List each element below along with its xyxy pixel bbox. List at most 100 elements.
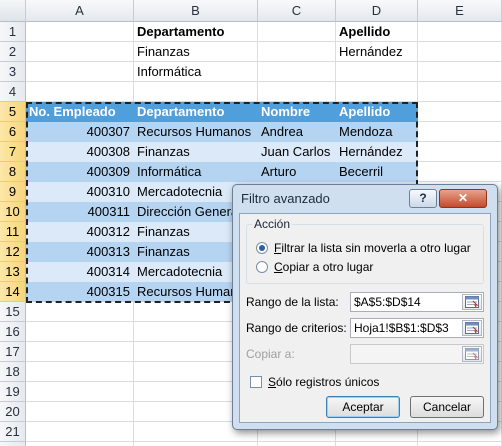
table-cell[interactable]: 400312 — [26, 222, 134, 242]
cell-e1[interactable] — [418, 22, 502, 42]
column-header-a[interactable]: A — [26, 0, 134, 22]
dialog-titlebar[interactable]: Filtro avanzado ? ✕ — [233, 185, 497, 213]
table-cell[interactable]: Hernández — [336, 142, 418, 162]
criteria-range-collapse-button[interactable] — [462, 320, 482, 336]
row-header-17[interactable]: 17 — [0, 342, 26, 362]
empty-cell[interactable] — [336, 442, 418, 446]
cell-b2[interactable]: Finanzas — [134, 42, 258, 62]
cell-d2[interactable]: Hernández — [336, 42, 418, 62]
table-cell[interactable]: 400313 — [26, 242, 134, 262]
table-cell[interactable]: 400315 — [26, 282, 134, 302]
column-header-d[interactable]: D — [336, 0, 418, 22]
cell-d4[interactable] — [336, 82, 418, 102]
table-cell[interactable]: Andrea — [258, 122, 336, 142]
row-header-10[interactable]: 10 — [0, 202, 26, 222]
table-cell[interactable]: 400307 — [26, 122, 134, 142]
list-range-input[interactable] — [351, 293, 461, 311]
row-header-19[interactable]: 19 — [0, 382, 26, 402]
row-header-21[interactable]: 21 — [0, 422, 26, 442]
row-header-20[interactable]: 20 — [0, 402, 26, 422]
table-cell[interactable]: 400308 — [26, 142, 134, 162]
list-range-collapse-button[interactable] — [462, 294, 482, 310]
empty-cell[interactable] — [26, 302, 134, 322]
row-header-15[interactable]: 15 — [0, 302, 26, 322]
cell-e2[interactable] — [418, 42, 502, 62]
ok-button[interactable]: Aceptar — [326, 396, 400, 418]
copy-to-collapse-button[interactable] — [462, 346, 482, 362]
table-cell[interactable]: Juan Carlos — [258, 142, 336, 162]
radio-copy-to-location[interactable]: Copiar a otro lugar — [256, 259, 373, 275]
table-header-cell[interactable]: No. Empleado — [26, 102, 134, 122]
cell-d1[interactable]: Apellido — [336, 22, 418, 42]
table-cell[interactable]: 400311 — [26, 202, 134, 222]
cell-e[interactable] — [418, 122, 502, 142]
cell-d3[interactable] — [336, 62, 418, 82]
cell-a1[interactable] — [26, 22, 134, 42]
empty-cell[interactable] — [258, 442, 336, 446]
column-header-c[interactable]: C — [258, 0, 336, 22]
cell-e4[interactable] — [418, 82, 502, 102]
cell-a4[interactable] — [26, 82, 134, 102]
row-header-7[interactable]: 7 — [0, 142, 26, 162]
table-header-cell[interactable]: Departamento — [134, 102, 258, 122]
cell-e5[interactable] — [418, 102, 502, 122]
empty-cell[interactable] — [26, 442, 134, 446]
row-header-1[interactable]: 1 — [0, 22, 26, 42]
row-header-13[interactable]: 13 — [0, 262, 26, 282]
cell-c2[interactable] — [258, 42, 336, 62]
row-header-4[interactable]: 4 — [0, 82, 26, 102]
unique-records-checkbox[interactable]: Sólo registros únicos — [250, 374, 379, 390]
table-cell[interactable]: 400314 — [26, 262, 134, 282]
help-button[interactable]: ? — [409, 189, 437, 208]
row-header-16[interactable]: 16 — [0, 322, 26, 342]
table-header-cell[interactable]: Nombre — [258, 102, 336, 122]
table-cell[interactable]: 400309 — [26, 162, 134, 182]
table-header-cell[interactable]: Apellido — [336, 102, 418, 122]
cell-c3[interactable] — [258, 62, 336, 82]
cell-a2[interactable] — [26, 42, 134, 62]
table-cell[interactable]: 400310 — [26, 182, 134, 202]
empty-cell[interactable] — [418, 442, 502, 446]
row-header-12[interactable]: 12 — [0, 242, 26, 262]
column-header-e[interactable]: E — [418, 0, 502, 22]
radio-filter-in-place[interactable]: Filtrar la lista sin moverla a otro luga… — [256, 240, 471, 256]
table-cell[interactable]: Informática — [134, 162, 258, 182]
empty-cell[interactable] — [26, 342, 134, 362]
empty-cell[interactable] — [26, 322, 134, 342]
cell-e3[interactable] — [418, 62, 502, 82]
row-header-9[interactable]: 9 — [0, 182, 26, 202]
row-header-8[interactable]: 8 — [0, 162, 26, 182]
cell-a3[interactable] — [26, 62, 134, 82]
row-header-18[interactable]: 18 — [0, 362, 26, 382]
row-header-5[interactable]: 5 — [0, 102, 26, 122]
criteria-range-input[interactable] — [351, 319, 461, 337]
cell-c4[interactable] — [258, 82, 336, 102]
row-header-6[interactable]: 6 — [0, 122, 26, 142]
row-header-11[interactable]: 11 — [0, 222, 26, 242]
row-header-22[interactable]: 22 — [0, 442, 26, 446]
close-button[interactable]: ✕ — [439, 189, 487, 208]
select-all-corner[interactable] — [0, 0, 26, 22]
cell-b3[interactable]: Informática — [134, 62, 258, 82]
table-cell[interactable]: Finanzas — [134, 142, 258, 162]
cancel-button[interactable]: Cancelar — [410, 396, 484, 418]
cell-e[interactable] — [418, 142, 502, 162]
row-header-2[interactable]: 2 — [0, 42, 26, 62]
empty-cell[interactable] — [26, 362, 134, 382]
cell-b1[interactable]: Departamento — [134, 22, 258, 42]
row-header-14[interactable]: 14 — [0, 282, 26, 302]
copy-to-input[interactable] — [351, 345, 461, 363]
empty-cell[interactable] — [26, 422, 134, 442]
cell-b4[interactable] — [134, 82, 258, 102]
table-cell[interactable]: Becerril — [336, 162, 418, 182]
empty-cell[interactable] — [134, 442, 258, 446]
empty-cell[interactable] — [26, 402, 134, 422]
table-cell[interactable]: Arturo — [258, 162, 336, 182]
cell-c1[interactable] — [258, 22, 336, 42]
empty-cell[interactable] — [26, 382, 134, 402]
table-cell[interactable]: Recursos Humanos — [134, 122, 258, 142]
cell-e[interactable] — [418, 162, 502, 182]
column-header-b[interactable]: B — [134, 0, 258, 22]
table-cell[interactable]: Mendoza — [336, 122, 418, 142]
row-header-3[interactable]: 3 — [0, 62, 26, 82]
